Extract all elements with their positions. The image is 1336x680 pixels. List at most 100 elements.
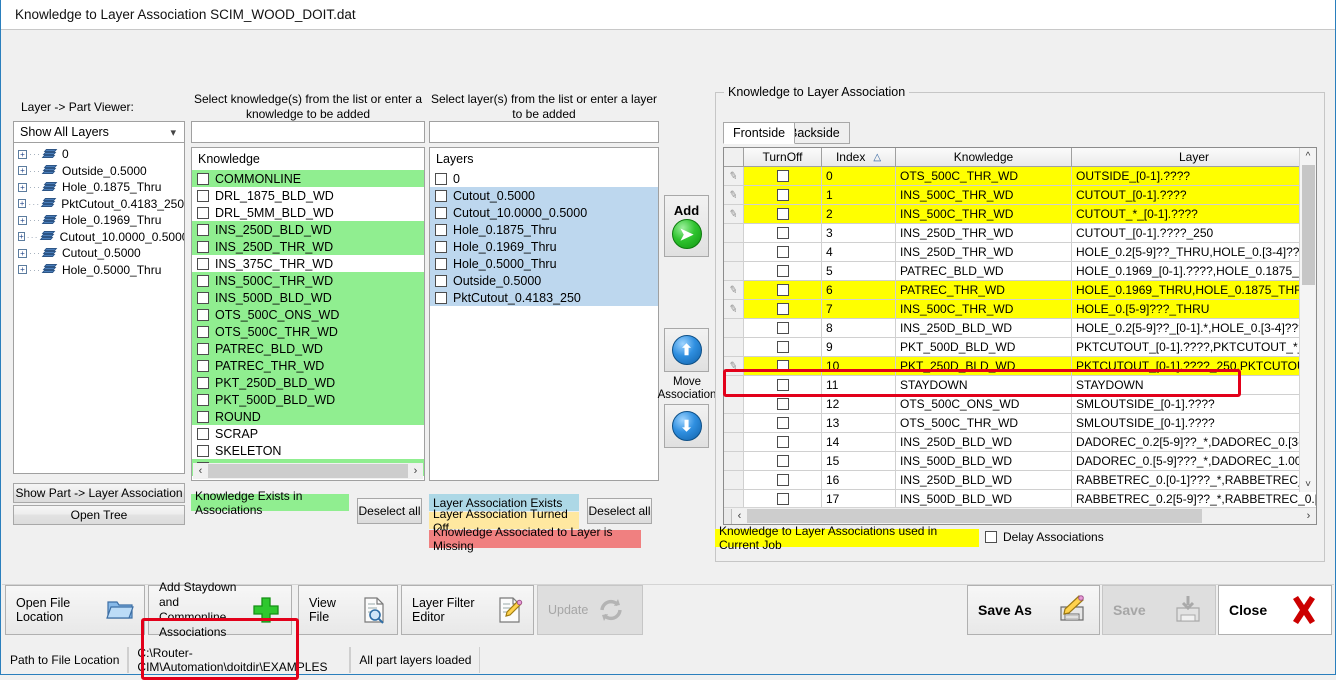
turnoff-checkbox[interactable] (776, 227, 789, 239)
add-staydown-commonline-button[interactable]: Add Staydown and Commonline Associations (148, 580, 292, 639)
list-item-checkbox[interactable] (197, 291, 209, 304)
turnoff-checkbox[interactable] (776, 436, 789, 448)
tree-expand-icon[interactable]: + (18, 182, 27, 192)
grid-header-layer[interactable]: Layer (1072, 148, 1316, 167)
list-item[interactable]: Hole_0.1969_Thru (430, 238, 658, 255)
scroll-right-icon[interactable]: › (408, 463, 423, 479)
turnoff-checkbox[interactable] (776, 284, 789, 296)
layers-deselect-all-button[interactable]: Deselect all (587, 498, 652, 524)
turnoff-checkbox[interactable] (776, 398, 789, 410)
turnoff-checkbox[interactable] (776, 360, 789, 372)
layer-cell[interactable]: CUTOUT_[0-1].????_250 (1072, 224, 1316, 243)
grid-vscrollbar[interactable]: ^ ˅ (1299, 148, 1316, 492)
turnoff-cell[interactable] (744, 186, 822, 205)
list-item[interactable]: Cutout_0.5000 (430, 187, 658, 204)
list-item-checkbox[interactable] (197, 410, 209, 423)
list-item-checkbox[interactable] (435, 240, 447, 253)
list-item-checkbox[interactable] (197, 308, 209, 321)
knowledge-cell[interactable]: INS_500D_BLD_WD (896, 452, 1072, 471)
list-item[interactable]: DRL_5MM_BLD_WD (192, 204, 424, 221)
knowledge-cell[interactable]: INS_500C_THR_WD (896, 205, 1072, 224)
layer-cell[interactable]: SMLOUTSIDE_[0-1].???? (1072, 414, 1316, 433)
turnoff-checkbox[interactable] (776, 455, 789, 467)
tree-expand-icon[interactable]: + (18, 232, 25, 242)
turnoff-cell[interactable] (744, 319, 822, 338)
add-association-button[interactable]: Add ➤ (664, 195, 709, 257)
layer-cell[interactable]: CUTOUT_[0-1].???? (1072, 186, 1316, 205)
layer-cell[interactable]: PKTCUTOUT_[0-1].????_250,PKTCUTOUT_*_[0-… (1072, 357, 1316, 376)
turnoff-cell[interactable] (744, 471, 822, 490)
layer-tree[interactable]: + ··· 0 + ··· Outside_0.5000 + ··· Hole_0.1875_T… (13, 142, 185, 474)
table-row[interactable]: 5 PATREC_BLD_WD HOLE_0.1969_[0-1].????,HOL… (724, 262, 1316, 281)
list-item[interactable]: PATREC_BLD_WD (192, 340, 424, 357)
list-item-checkbox[interactable] (197, 189, 209, 202)
move-association-up-button[interactable]: ⬆ (664, 328, 709, 372)
list-item[interactable]: SKELETON (192, 442, 424, 459)
list-item[interactable]: DRL_1875_BLD_WD (192, 187, 424, 204)
list-item[interactable]: PktCutout_0.4183_250 (430, 289, 658, 306)
list-item[interactable]: Outside_0.5000 (430, 272, 658, 289)
save-as-button[interactable]: Save As (967, 585, 1100, 635)
turnoff-checkbox[interactable] (776, 379, 789, 391)
list-item[interactable]: Hole_0.1875_Thru (430, 221, 658, 238)
turnoff-checkbox[interactable] (776, 322, 789, 334)
list-item[interactable]: 0 (430, 170, 658, 187)
layer-cell[interactable]: OUTSIDE_[0-1].???? (1072, 167, 1316, 186)
layer-cell[interactable]: HOLE_0.2[5-9]??_THRU,HOLE_0.[3-4]???_THR… (1072, 243, 1316, 262)
open-tree-button[interactable]: Open Tree (13, 505, 185, 525)
turnoff-checkbox[interactable] (776, 493, 789, 505)
list-item-checkbox[interactable] (435, 223, 447, 236)
turnoff-cell[interactable] (744, 262, 822, 281)
table-row[interactable]: ✎ 1 INS_500C_THR_WD CUTOUT_[0-1].???? (724, 186, 1316, 205)
layers-listbox[interactable]: Layers 0 Cutout_0.5000 Cutout_10.0000_0.50… (429, 147, 659, 481)
list-item[interactable]: PKT_500D_BLD_WD (192, 391, 424, 408)
list-item-checkbox[interactable] (435, 291, 447, 304)
knowledge-cell[interactable]: INS_250D_BLD_WD (896, 433, 1072, 452)
list-item-checkbox[interactable] (197, 206, 209, 219)
layer-cell[interactable]: DADOREC_0.[5-9]???_*,DADOREC_1.0000_* (1072, 452, 1316, 471)
table-row[interactable]: 9 PKT_500D_BLD_WD PKTCUTOUT_[0-1].????,PKT… (724, 338, 1316, 357)
scroll-up-icon[interactable]: ^ (1301, 148, 1316, 164)
scroll-left-icon[interactable]: ‹ (193, 463, 208, 479)
grid-header-turnoff[interactable]: TurnOff (744, 148, 822, 167)
knowledge-hscroll-thumb[interactable] (208, 464, 408, 478)
list-item-checkbox[interactable] (197, 240, 209, 253)
table-row[interactable]: 8 INS_250D_BLD_WD HOLE_0.2[5-9]??_[0-1].*,… (724, 319, 1316, 338)
turnoff-checkbox[interactable] (776, 303, 789, 315)
list-item[interactable]: ROUND (192, 408, 424, 425)
list-item-checkbox[interactable] (197, 325, 209, 338)
list-item-checkbox[interactable] (197, 376, 209, 389)
turnoff-cell[interactable] (744, 452, 822, 471)
table-row[interactable]: 14 INS_250D_BLD_WD DADOREC_0.2[5-9]??_*,DA… (724, 433, 1316, 452)
list-item-checkbox[interactable] (435, 172, 447, 185)
turnoff-cell[interactable] (744, 357, 822, 376)
knowledge-cell[interactable]: INS_250D_BLD_WD (896, 471, 1072, 490)
list-item[interactable]: SCRAP (192, 425, 424, 442)
layer-cell[interactable]: HOLE_0.1969_[0-1].????,HOLE_0.1875_[0-1]… (1072, 262, 1316, 281)
turnoff-cell[interactable] (744, 224, 822, 243)
turnoff-checkbox[interactable] (776, 341, 789, 353)
list-item-checkbox[interactable] (197, 393, 209, 406)
knowledge-cell[interactable]: PATREC_BLD_WD (896, 262, 1072, 281)
tree-expand-icon[interactable]: + (18, 248, 27, 258)
layer-cell[interactable]: DADOREC_0.2[5-9]??_*,DADOREC_0.[3-4]???_… (1072, 433, 1316, 452)
table-row[interactable]: ✎ 10 PKT_250D_BLD_WD PKTCUTOUT_[0-1].????_2… (724, 357, 1316, 376)
layer-cell[interactable]: HOLE_0.[5-9]???_THRU (1072, 300, 1316, 319)
knowledge-cell[interactable]: INS_250D_THR_WD (896, 243, 1072, 262)
tree-node[interactable]: + ··· 0 (14, 146, 184, 163)
turnoff-checkbox[interactable] (776, 208, 789, 220)
list-item[interactable]: COMMONLINE (192, 170, 424, 187)
tree-node[interactable]: + ··· Cutout_0.5000 (14, 245, 184, 262)
table-row[interactable]: ✎ 0 OTS_500C_THR_WD OUTSIDE_[0-1].???? (724, 167, 1316, 186)
table-row[interactable]: 13 OTS_500C_THR_WD SMLOUTSIDE_[0-1].???? (724, 414, 1316, 433)
grid-header-index[interactable]: Index △ (822, 148, 896, 167)
turnoff-cell[interactable] (744, 300, 822, 319)
list-item-checkbox[interactable] (197, 427, 209, 440)
table-row[interactable]: 4 INS_250D_THR_WD HOLE_0.2[5-9]??_THRU,HOL… (724, 243, 1316, 262)
knowledge-cell[interactable]: PKT_250D_BLD_WD (896, 357, 1072, 376)
list-item[interactable]: Cutout_10.0000_0.5000 (430, 204, 658, 221)
turnoff-cell[interactable] (744, 338, 822, 357)
turnoff-cell[interactable] (744, 205, 822, 224)
association-grid[interactable]: TurnOff Index △ Knowledge Layer ✎ 0 OTS_50… (723, 147, 1317, 525)
layer-cell[interactable]: HOLE_0.2[5-9]??_[0-1].*,HOLE_0.[3-4]???_… (1072, 319, 1316, 338)
